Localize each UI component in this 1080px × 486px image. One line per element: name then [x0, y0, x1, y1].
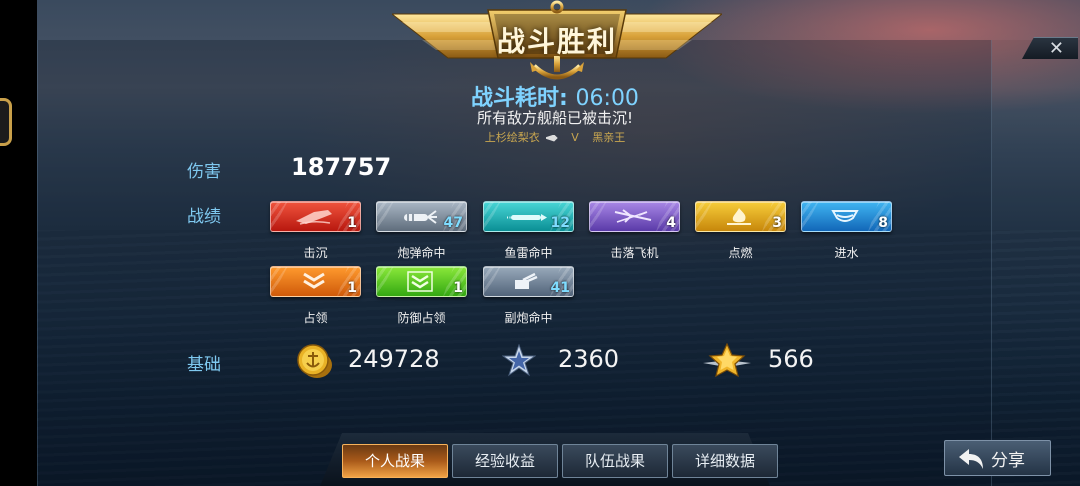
badge-flood[interactable]: 8	[801, 201, 892, 232]
ship-icon	[545, 134, 558, 142]
badge-sink[interactable]: 1	[270, 201, 361, 232]
badge-torpedo-hit[interactable]: 12	[483, 201, 574, 232]
share-button[interactable]: 分享	[944, 440, 1051, 476]
badge-label-torpedo-hit: 鱼雷命中	[504, 246, 553, 260]
victory-title: 战斗胜利	[496, 25, 617, 58]
share-arrow-icon	[959, 449, 983, 469]
badge-label-flood: 进水	[834, 246, 859, 260]
tab-personal-results[interactable]: 个人战果	[342, 444, 448, 478]
badge-count: 1	[347, 280, 357, 296]
capture-icon	[303, 272, 325, 289]
badge-count: 47	[443, 215, 463, 231]
commander-exp-value: 566	[768, 345, 814, 373]
badge-plane-down[interactable]: 4	[589, 201, 680, 232]
victory-banner: 战斗胜利	[392, 0, 722, 84]
badge-label-sink: 击沉	[303, 246, 328, 260]
badge-shell-hit[interactable]: 47	[376, 201, 467, 232]
badge-count: 4	[666, 215, 676, 231]
flood-icon	[831, 210, 859, 222]
badge-label-secondary-gun-hit: 副炮命中	[504, 311, 553, 325]
basic-label: 基础	[187, 355, 221, 375]
badge-capture[interactable]: 1	[270, 266, 361, 297]
badge-count: 8	[878, 215, 888, 231]
badge-label-shell-hit: 炮弹命中	[397, 246, 446, 260]
badge-count: 1	[347, 215, 357, 231]
plane-down-icon	[614, 209, 652, 223]
shell-hit-icon	[404, 210, 437, 224]
achievements-label: 战绩	[187, 207, 221, 227]
badge-label-fire: 点燃	[728, 246, 753, 260]
close-icon: ✕	[1048, 38, 1064, 59]
exp-star-icon	[502, 344, 536, 377]
badge-defend-capture[interactable]: 1	[376, 266, 467, 297]
badge-secondary-gun-hit[interactable]: 41	[483, 266, 574, 297]
badge-count: 1	[453, 280, 463, 296]
damage-value: 187757	[291, 153, 392, 181]
fire-icon	[727, 208, 751, 225]
tab-exp-rewards[interactable]: 经验收益	[452, 444, 558, 478]
torpedo-hit-icon	[507, 214, 547, 221]
defend-capture-icon	[407, 271, 433, 292]
player-left-name: 上杉绘梨衣	[484, 131, 540, 144]
damage-label: 伤害	[187, 162, 221, 182]
result-message: 所有敌方舰船已被击沉!	[476, 109, 633, 127]
vs-label: V	[571, 131, 579, 144]
ship-sink-icon	[296, 210, 332, 225]
badge-fire[interactable]: 3	[695, 201, 786, 232]
player-right-name: 黑亲王	[592, 131, 626, 144]
tab-detailed-data[interactable]: 详细数据	[672, 444, 778, 478]
badge-count: 3	[772, 215, 782, 231]
badge-count: 41	[550, 280, 570, 296]
badge-label-plane-down: 击落飞机	[610, 246, 659, 260]
share-label: 分享	[991, 451, 1025, 471]
players-line: 上杉绘梨衣 V 黑亲王	[0, 129, 1080, 145]
secondary-gun-icon	[515, 272, 538, 289]
gold-coin-icon	[297, 344, 332, 378]
gold-value: 249728	[348, 345, 440, 373]
badge-label-defend-capture: 防御占领	[397, 311, 446, 325]
badge-count: 12	[550, 215, 570, 231]
tab-team-results[interactable]: 队伍战果	[562, 444, 668, 478]
badge-label-capture: 占领	[303, 311, 328, 325]
exp-value: 2360	[558, 345, 620, 373]
left-black-strip	[0, 0, 37, 486]
commander-exp-star-icon	[703, 343, 751, 378]
